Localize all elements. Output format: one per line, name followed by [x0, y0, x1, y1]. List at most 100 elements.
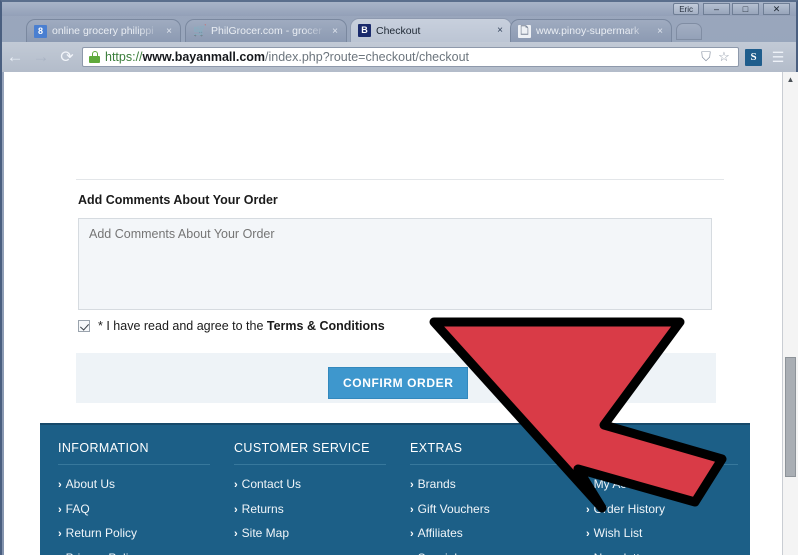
footer-link-label: Affiliates	[417, 526, 463, 541]
footer-link-affiliates[interactable]: › Affiliates	[410, 522, 586, 547]
footer-divider	[234, 464, 386, 465]
browser-tab-title: www.pinoy-supermark	[536, 25, 640, 37]
footer-column-customer-service: CUSTOMER SERVICE › Contact Us › Returns › S…	[234, 441, 410, 547]
browser-window: Eric – □ ✕ 8 online grocery philippi × 🛒…	[0, 0, 798, 555]
footer-divider	[58, 464, 210, 465]
footer-link-site-map[interactable]: › Site Map	[234, 522, 410, 547]
google-icon: 8	[34, 24, 47, 38]
user-profile-button[interactable]: Eric	[673, 3, 699, 15]
terms-conditions-link[interactable]: Terms & Conditions	[267, 319, 385, 333]
chevron-right-icon: ›	[58, 503, 62, 516]
page-viewport: Add Comments About Your Order * I have r…	[4, 72, 782, 555]
forward-arrow-icon[interactable]: →	[28, 44, 54, 70]
footer-link-label: FAQ	[65, 501, 90, 516]
footer-link-label: Return Policy	[65, 526, 138, 541]
new-tab-button[interactable]	[676, 23, 702, 40]
url-scheme: https://	[105, 50, 143, 64]
footer-column-my-account: MY ACCOUNT › My Account › Order History › W…	[586, 441, 750, 555]
footer-link-gift-vouchers[interactable]: › Gift Vouchers	[410, 498, 586, 523]
footer-column-title: MY ACCOUNT	[586, 441, 674, 455]
terms-agree-label: * I have read and agree to the Terms & C…	[98, 319, 385, 333]
comments-textarea[interactable]	[78, 218, 712, 310]
footer-link-label: My Account	[593, 477, 656, 491]
footer-link-label: Newsletter	[594, 551, 651, 555]
lock-icon	[89, 51, 100, 63]
checkout-page: Add Comments About Your Order * I have r…	[4, 72, 766, 555]
footer-link-my-account[interactable]: › My Account	[586, 473, 750, 498]
window-maximize-button[interactable]: □	[732, 3, 759, 15]
chevron-right-icon: ›	[586, 528, 590, 541]
window-minimize-button[interactable]: –	[703, 3, 730, 15]
footer-column-title: EXTRAS	[410, 441, 463, 455]
browser-tab-1[interactable]: 🛒 PhilGrocer.com - grocer ×	[185, 19, 347, 42]
tab-close-icon[interactable]: ×	[162, 26, 176, 37]
footer-link-returns[interactable]: › Returns	[234, 498, 410, 523]
footer-link-privacy-policy[interactable]: ›Privacy Policy	[58, 547, 234, 555]
page-scrollbar[interactable]: ▲	[782, 72, 798, 555]
tab-close-icon[interactable]: ×	[493, 25, 507, 36]
address-bar-url: https://www.bayanmall.com/index.php?rout…	[105, 50, 469, 64]
scroll-up-arrow-icon[interactable]: ▲	[783, 72, 798, 87]
footer-link-order-history[interactable]: › Order History	[586, 498, 750, 523]
back-arrow-icon[interactable]: ←	[2, 44, 28, 70]
chevron-right-icon: ›	[410, 503, 414, 516]
terms-agree-checkbox[interactable]	[78, 320, 90, 332]
confirm-order-button[interactable]: CONFIRM ORDER	[328, 367, 469, 399]
footer-column-title: CUSTOMER SERVICE	[234, 441, 370, 455]
shield-icon[interactable]: ⛉	[698, 49, 714, 65]
hamburger-menu-icon[interactable]: ☰	[768, 49, 788, 66]
terms-agree-text: I have read and agree to the	[102, 319, 267, 333]
chevron-right-icon: ›	[586, 479, 590, 491]
window-titlebar: Eric – □ ✕	[2, 2, 796, 16]
tab-close-icon[interactable]: ×	[328, 26, 342, 37]
footer-link-return-policy[interactable]: › Return Policy	[58, 522, 234, 547]
section-divider	[76, 179, 724, 180]
extension-button[interactable]: S	[745, 48, 762, 66]
scrollbar-thumb[interactable]	[785, 357, 796, 477]
chevron-right-icon: ›	[58, 479, 62, 491]
browser-tab-3[interactable]: 🗋 www.pinoy-supermark ×	[510, 19, 672, 42]
address-bar[interactable]: https://www.bayanmall.com/index.php?rout…	[82, 47, 739, 67]
footer-column-extras: EXTRAS › Brands › Gift Vouchers › Affiliate…	[410, 441, 586, 555]
browser-tab-0[interactable]: 8 online grocery philippi ×	[26, 19, 181, 42]
chevron-right-icon: ›	[234, 528, 238, 541]
footer-link-newsletter[interactable]: ›Newsletter	[586, 547, 750, 555]
url-path: /index.php?route=checkout/checkout	[265, 50, 469, 64]
bookmark-star-icon[interactable]: ☆	[716, 49, 732, 65]
chevron-right-icon: ›	[58, 528, 62, 541]
footer-link-faq[interactable]: › FAQ	[58, 498, 234, 523]
footer-divider	[410, 464, 562, 465]
page-icon: 🗋	[518, 24, 531, 38]
tab-close-icon[interactable]: ×	[653, 26, 667, 37]
browser-tab-2-active[interactable]: B Checkout ×	[350, 18, 512, 42]
browser-tab-title: online grocery philippi	[52, 25, 154, 37]
footer-link-label: Site Map	[241, 526, 290, 541]
footer-link-label: Wish List	[593, 526, 643, 541]
reload-icon[interactable]: ⟳	[54, 44, 80, 70]
footer-link-brands[interactable]: › Brands	[410, 473, 586, 498]
footer-link-contact-us[interactable]: › Contact Us	[234, 473, 410, 498]
footer-link-label: About Us	[65, 477, 116, 491]
footer-link-wish-list[interactable]: › Wish List	[586, 522, 750, 547]
footer-column-title: INFORMATION	[58, 441, 149, 455]
footer-link-label: Returns	[241, 501, 284, 516]
url-host: www.bayanmall.com	[142, 50, 266, 64]
footer-link-label: Specials	[418, 551, 463, 555]
footer-link-label: Contact Us	[241, 477, 302, 491]
footer-link-about-us[interactable]: › About Us	[58, 473, 234, 498]
footer-link-label: Privacy Policy	[66, 551, 141, 555]
terms-agreement-row[interactable]: * I have read and agree to the Terms & C…	[78, 319, 385, 333]
footer-link-label: Order History	[593, 501, 666, 516]
window-close-button[interactable]: ✕	[763, 3, 790, 15]
cart-icon: 🛒	[193, 24, 207, 37]
browser-navigation-bar: ← → ⟳ https://www.bayanmall.com/index.ph…	[2, 42, 796, 72]
footer-divider	[586, 464, 738, 465]
bayanmall-icon: B	[358, 24, 371, 37]
footer-column-information: INFORMATION › About Us › FAQ › Return Polic…	[58, 441, 234, 555]
browser-tab-title: PhilGrocer.com - grocer	[211, 25, 322, 37]
chevron-right-icon: ›	[410, 528, 414, 541]
chevron-right-icon: ›	[234, 503, 238, 516]
footer-link-label: Brands	[417, 477, 456, 491]
chevron-right-icon: ›	[586, 503, 590, 516]
footer-link-specials[interactable]: ›Specials	[410, 547, 586, 555]
